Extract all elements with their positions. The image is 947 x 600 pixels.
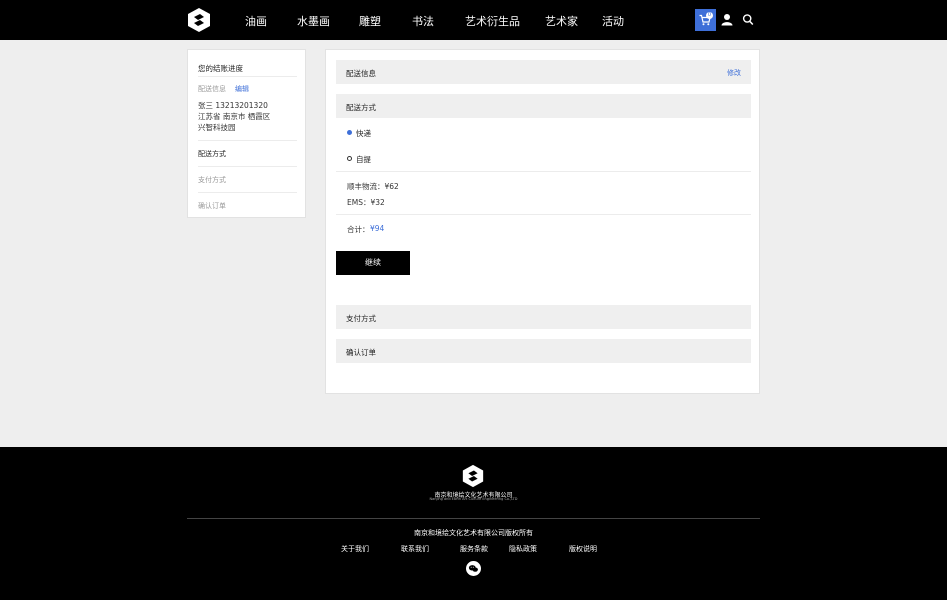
divider (198, 166, 297, 167)
fee-sf-express: 顺丰物流：¥62 (347, 182, 399, 191)
shipping-method-section: 配送方式 (336, 94, 751, 118)
site-footer: 南京和境绘文化艺术有限公司 Nanjing and Earth Art Cult… (0, 447, 947, 600)
progress-step-shipping-info: 配送信息 (198, 85, 226, 93)
footer-link-privacy[interactable]: 隐私政策 (509, 544, 537, 554)
divider (198, 76, 297, 77)
section-title: 配送方式 (346, 103, 376, 112)
footer-divider (187, 518, 760, 519)
progress-step-shipping-method: 配送方式 (198, 150, 226, 158)
nav-events[interactable]: 活动 (602, 13, 624, 29)
nav-ink-painting[interactable]: 水墨画 (297, 13, 330, 29)
address-name-phone: 张三 13213201320 (198, 101, 268, 110)
wechat-icon[interactable] (466, 561, 481, 576)
total-label: 合计： (347, 225, 370, 234)
shipping-info-section: 配送信息 修改 (336, 60, 751, 84)
section-title: 配送信息 (346, 69, 376, 78)
progress-title: 您的结账进度 (198, 64, 243, 73)
cart-count-badge: 0 (706, 12, 713, 19)
checkout-main-panel: 配送信息 修改 配送方式 快递 自提 顺丰物流：¥62 EMS：¥32 合计： … (325, 49, 760, 394)
footer-company-name-en: Nanjing and Earth Art Culture Engineerin… (429, 497, 518, 501)
address-street: 兴智科技园 (198, 123, 236, 132)
top-header: 油画 水墨画 雕塑 书法 艺术衍生品 艺术家 活动 0 (0, 0, 947, 40)
total-value: ¥94 (370, 224, 385, 233)
confirm-order-section[interactable]: 确认订单 (336, 339, 751, 363)
divider (336, 214, 751, 215)
payment-method-section[interactable]: 支付方式 (336, 305, 751, 329)
edit-shipping-link[interactable]: 编辑 (235, 84, 249, 94)
radio-unselected-icon (347, 156, 352, 161)
divider (198, 192, 297, 193)
divider (336, 171, 751, 172)
search-icon[interactable] (742, 13, 754, 26)
section-title: 支付方式 (346, 314, 376, 323)
checkout-progress-sidebar: 您的结账进度 配送信息 编辑 张三 13213201320 江苏省 南京市 栖霞… (187, 49, 306, 218)
footer-link-copyright[interactable]: 版权说明 (569, 544, 597, 554)
footer-copyright: 南京和境绘文化艺术有限公司版权所有 (414, 529, 533, 537)
footer-link-terms[interactable]: 服务条款 (460, 544, 488, 554)
radio-selected-icon (347, 130, 352, 135)
fee-ems: EMS：¥32 (347, 198, 385, 207)
progress-step-confirm: 确认订单 (198, 202, 226, 210)
divider (198, 140, 297, 141)
radio-label: 自提 (356, 155, 371, 164)
address-city: 江苏省 南京市 栖霞区 (198, 112, 271, 121)
user-icon[interactable] (721, 13, 733, 26)
brand-logo-icon[interactable] (186, 7, 212, 33)
cart-button[interactable]: 0 (695, 9, 716, 31)
nav-sculpture[interactable]: 雕塑 (359, 13, 381, 29)
nav-oil-painting[interactable]: 油画 (245, 13, 267, 29)
footer-link-about[interactable]: 关于我们 (341, 544, 369, 554)
continue-button[interactable]: 继续 (336, 251, 410, 275)
modify-shipping-info-link[interactable]: 修改 (727, 68, 741, 78)
nav-art-derivatives[interactable]: 艺术衍生品 (465, 13, 520, 29)
radio-label: 快递 (356, 129, 371, 138)
footer-link-contact[interactable]: 联系我们 (401, 544, 429, 554)
footer-logo-icon (462, 464, 484, 488)
nav-artists[interactable]: 艺术家 (545, 13, 578, 29)
section-title: 确认订单 (346, 348, 376, 357)
progress-step-payment: 支付方式 (198, 176, 226, 184)
nav-calligraphy[interactable]: 书法 (412, 13, 434, 29)
